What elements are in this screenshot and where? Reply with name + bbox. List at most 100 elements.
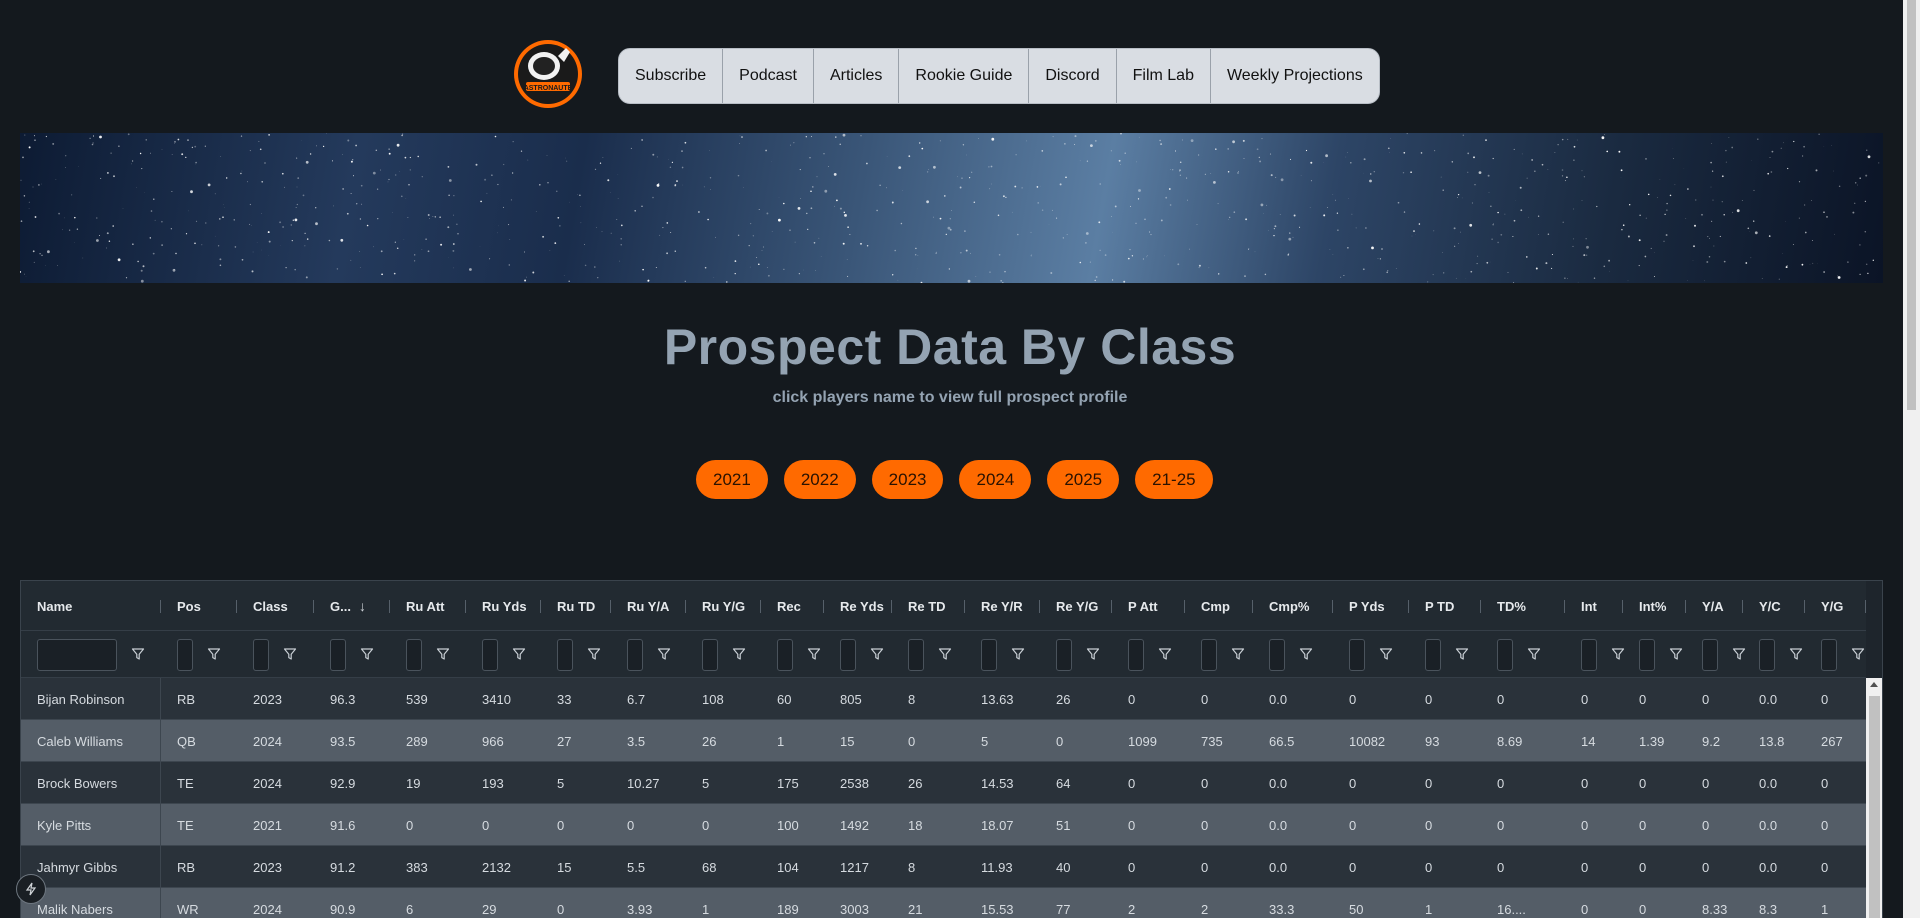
column-header-ru-yds[interactable]: Ru Yds	[466, 581, 541, 631]
filter-icon[interactable]	[870, 647, 884, 661]
column-header-cmp-pct[interactable]: Cmp%	[1253, 581, 1333, 631]
column-filter-input[interactable]	[1759, 639, 1775, 671]
column-filter-input[interactable]	[1201, 639, 1217, 671]
filter-icon[interactable]	[807, 647, 821, 661]
filter-icon[interactable]	[1669, 647, 1683, 661]
column-header-class[interactable]: Class	[237, 581, 314, 631]
column-header-p-td[interactable]: P TD	[1409, 581, 1481, 631]
filter-icon[interactable]	[1379, 647, 1393, 661]
column-header-y-g[interactable]: Y/G	[1805, 581, 1866, 631]
filter-icon[interactable]	[1789, 647, 1803, 661]
filter-icon[interactable]	[1851, 647, 1865, 661]
table-row[interactable]: Malik Nabers WR 2024 90.9 6 29 0 3.93 1 189 3003 21…	[21, 888, 1866, 918]
filter-icon[interactable]	[1231, 647, 1245, 661]
column-header-name[interactable]: Name	[21, 581, 161, 631]
column-header-ru-td[interactable]: Ru TD	[541, 581, 611, 631]
scroll-up-icon[interactable]	[1870, 682, 1878, 687]
column-filter-input[interactable]	[253, 639, 269, 671]
year-21-25-button[interactable]: 21-25	[1135, 460, 1213, 499]
column-filter-input[interactable]	[177, 639, 193, 671]
column-header-re-y-r[interactable]: Re Y/R	[965, 581, 1040, 631]
column-header-y-c[interactable]: Y/C	[1743, 581, 1805, 631]
filter-icon[interactable]	[360, 647, 374, 661]
filter-icon[interactable]	[657, 647, 671, 661]
column-header-p-att[interactable]: P Att	[1112, 581, 1185, 631]
column-filter-input[interactable]	[557, 639, 573, 671]
astronaut-logo[interactable]: ASTRONAUTE	[508, 36, 588, 112]
column-filter-input[interactable]	[482, 639, 498, 671]
player-name-link[interactable]: Bijan Robinson	[21, 678, 161, 720]
column-header-re-yds[interactable]: Re Yds	[824, 581, 892, 631]
column-filter-input[interactable]	[1639, 639, 1655, 671]
column-header-pos[interactable]: Pos	[161, 581, 237, 631]
filter-icon[interactable]	[207, 647, 221, 661]
column-filter-input[interactable]	[627, 639, 643, 671]
year-2025-button[interactable]: 2025	[1047, 460, 1120, 499]
column-header-g[interactable]: G... ↓	[314, 581, 390, 631]
table-row[interactable]: Brock Bowers TE 2024 92.9 19 193 5 10.27 5 175 253…	[21, 762, 1866, 804]
column-filter-input[interactable]	[1581, 639, 1597, 671]
column-header-td-pct[interactable]: TD%	[1481, 581, 1565, 631]
filter-icon[interactable]	[1086, 647, 1100, 661]
column-header-rec[interactable]: Rec	[761, 581, 824, 631]
grid-vertical-scrollbar[interactable]	[1866, 678, 1882, 918]
nav-podcast[interactable]: Podcast	[723, 49, 814, 103]
year-2024-button[interactable]: 2024	[959, 460, 1032, 499]
filter-icon[interactable]	[732, 647, 746, 661]
column-header-re-y-g[interactable]: Re Y/G	[1040, 581, 1112, 631]
column-filter-input[interactable]	[777, 639, 793, 671]
filter-icon[interactable]	[1527, 647, 1541, 661]
column-filter-input[interactable]	[1497, 639, 1513, 671]
year-2021-button[interactable]: 2021	[696, 460, 768, 499]
column-header-int-pct[interactable]: Int%	[1623, 581, 1686, 631]
column-filter-input[interactable]	[908, 639, 924, 671]
player-name-link[interactable]: Kyle Pitts	[21, 804, 161, 846]
column-filter-input[interactable]	[1056, 639, 1072, 671]
filter-icon[interactable]	[938, 647, 952, 661]
nav-weekly-projections[interactable]: Weekly Projections	[1211, 49, 1379, 103]
page-scrollbar[interactable]	[1903, 0, 1920, 918]
column-header-cmp[interactable]: Cmp	[1185, 581, 1253, 631]
column-filter-input[interactable]	[37, 639, 117, 671]
table-row[interactable]: Caleb Williams QB 2024 93.5 289 966 27 3.5 26 1 15…	[21, 720, 1866, 762]
column-header-int[interactable]: Int	[1565, 581, 1623, 631]
column-header-ru-y-g[interactable]: Ru Y/G	[686, 581, 761, 631]
lightning-icon[interactable]	[16, 874, 46, 904]
table-row[interactable]: Kyle Pitts TE 2021 91.6 0 0 0 0 0 100 1492 18 18.07 5…	[21, 804, 1866, 846]
filter-icon[interactable]	[1299, 647, 1313, 661]
column-filter-input[interactable]	[406, 639, 422, 671]
column-filter-input[interactable]	[981, 639, 997, 671]
column-filter-input[interactable]	[1425, 639, 1441, 671]
column-filter-input[interactable]	[840, 639, 856, 671]
column-header-re-td[interactable]: Re TD	[892, 581, 965, 631]
nav-film-lab[interactable]: Film Lab	[1117, 49, 1211, 103]
column-header-y-a[interactable]: Y/A	[1686, 581, 1743, 631]
column-resize-handle[interactable]	[1865, 600, 1866, 613]
nav-rookie-guide[interactable]: Rookie Guide	[899, 49, 1030, 103]
filter-icon[interactable]	[512, 647, 526, 661]
filter-icon[interactable]	[283, 647, 297, 661]
column-header-ru-att[interactable]: Ru Att	[390, 581, 466, 631]
filter-icon[interactable]	[131, 647, 145, 661]
nav-articles[interactable]: Articles	[814, 49, 900, 103]
column-filter-input[interactable]	[1702, 639, 1718, 671]
column-filter-input[interactable]	[1349, 639, 1365, 671]
player-name-link[interactable]: Brock Bowers	[21, 762, 161, 804]
filter-icon[interactable]	[587, 647, 601, 661]
column-filter-input[interactable]	[702, 639, 718, 671]
column-filter-input[interactable]	[1128, 639, 1144, 671]
filter-icon[interactable]	[1011, 647, 1025, 661]
year-2023-button[interactable]: 2023	[871, 460, 944, 499]
nav-discord[interactable]: Discord	[1029, 49, 1117, 103]
nav-subscribe[interactable]: Subscribe	[619, 49, 724, 103]
table-row[interactable]: Jahmyr Gibbs RB 2023 91.2 383 2132 15 5.5 68 104 1…	[21, 846, 1866, 888]
column-header-ru-y-a[interactable]: Ru Y/A	[611, 581, 686, 631]
filter-icon[interactable]	[1455, 647, 1469, 661]
player-name-link[interactable]: Caleb Williams	[21, 720, 161, 762]
column-filter-input[interactable]	[330, 639, 346, 671]
column-header-p-yds[interactable]: P Yds	[1333, 581, 1409, 631]
filter-icon[interactable]	[436, 647, 450, 661]
grid-scroll-thumb[interactable]	[1869, 696, 1880, 918]
year-2022-button[interactable]: 2022	[783, 460, 856, 499]
column-filter-input[interactable]	[1269, 639, 1285, 671]
